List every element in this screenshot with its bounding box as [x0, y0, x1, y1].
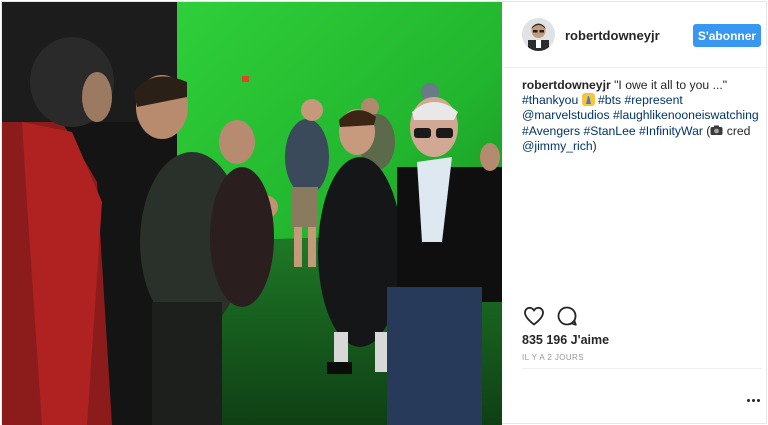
post-header: robertdowneyjr S'abonner: [503, 2, 768, 68]
caption-author[interactable]: robertdowneyjr: [522, 78, 611, 92]
post-caption: robertdowneyjr "I owe it all to you ..."…: [522, 78, 760, 154]
likes-count[interactable]: 835 196 J'aime: [522, 333, 609, 347]
follow-button[interactable]: S'abonner: [693, 24, 761, 47]
more-options-icon[interactable]: [743, 393, 763, 407]
camera-emoji-icon: [710, 124, 723, 137]
comment-icon[interactable]: [555, 304, 579, 328]
dot: [746, 398, 750, 402]
hashtag-link[interactable]: #InfinityWar: [639, 124, 703, 138]
hashtag-link[interactable]: #thankyou: [522, 93, 578, 107]
post-timestamp[interactable]: IL Y A 2 JOURS: [522, 353, 584, 362]
mention-link[interactable]: @jimmy_rich: [522, 139, 593, 153]
post-username[interactable]: robertdowneyjr: [565, 28, 660, 43]
hashtag-link[interactable]: #bts: [598, 93, 621, 107]
hashtag-link[interactable]: #represent: [624, 93, 682, 107]
hashtag-link[interactable]: #StanLee: [583, 124, 635, 138]
mention-link[interactable]: @marvelstudios: [522, 108, 610, 122]
dot: [751, 398, 755, 402]
post-photo[interactable]: [2, 2, 502, 425]
caption-text: (: [702, 123, 711, 138]
avatar-image: [522, 18, 555, 51]
caption-text: ): [592, 138, 597, 153]
photo-illustration: [2, 2, 502, 425]
dot: [756, 398, 760, 402]
post-actions: [522, 304, 602, 328]
avatar[interactable]: [522, 18, 555, 51]
divider: [522, 368, 762, 369]
instagram-post-card: robertdowneyjr S'abonner robertdowneyjr …: [1, 1, 768, 425]
caption-text: cred: [723, 123, 751, 138]
hashtag-link[interactable]: #laughlikenooneiswatching: [613, 108, 759, 122]
hashtag-link[interactable]: #Avengers: [522, 124, 580, 138]
heart-icon[interactable]: [522, 304, 546, 328]
praying-emoji-icon: [581, 93, 595, 107]
caption-quote: "I owe it all to you ...": [610, 78, 728, 92]
post-sidebar: robertdowneyjr S'abonner robertdowneyjr …: [503, 2, 768, 425]
